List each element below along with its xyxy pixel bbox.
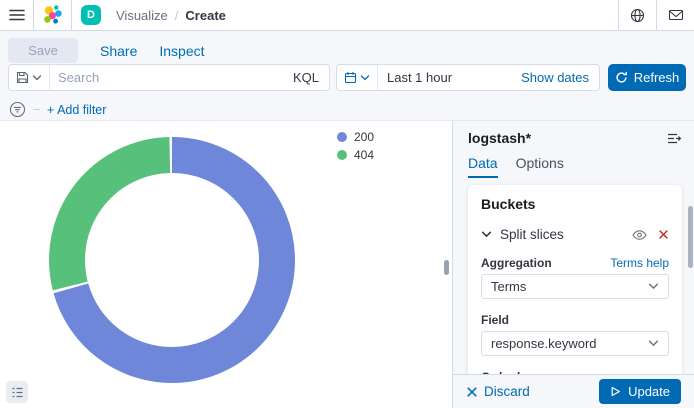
terms-help-link[interactable]: Terms help [610,256,669,270]
aggregation-label: Aggregation [481,256,552,270]
save-query-icon [16,71,29,84]
editor-tabs: Data Options [468,155,682,178]
panel-resize-handle[interactable] [444,260,449,275]
top-nav: D Visualize / Create [0,0,694,31]
panel-scrollbar-thumb[interactable] [688,206,693,268]
hamburger-icon [9,7,25,23]
inspect-button[interactable]: Inspect [159,43,204,59]
breadcrumb-visualize[interactable]: Visualize [116,8,168,23]
split-slices-actions [632,229,669,241]
search-input[interactable] [50,70,283,85]
toggle-visibility-button[interactable] [632,229,647,241]
list-icon [11,386,24,399]
newsfeed-button[interactable] [657,0,694,30]
help-globe-button[interactable] [619,0,656,30]
legend-label: 200 [354,130,374,144]
tab-data[interactable]: Data [468,155,498,178]
save-button[interactable]: Save [8,38,78,63]
legend-color-dot [337,150,347,160]
date-picker: Last 1 hour Show dates [336,64,600,91]
chart-area: 200404 [0,121,452,408]
buckets-title: Buckets [481,196,669,212]
menu-right-icon [667,132,682,145]
field-label: Field [481,313,509,327]
nav-right [618,0,694,30]
editor-footer: Discard Update [453,374,694,408]
saved-query-menu-button[interactable] [9,65,50,90]
panel-scroll-region: logstash* Data Options Buckets S [453,121,694,374]
field-label-row: Field [481,313,669,327]
aggregation-select[interactable]: Terms [481,274,669,299]
chevron-down-icon[interactable] [481,229,492,240]
play-icon [610,386,621,397]
add-filter-button[interactable]: + Add filter [47,103,106,117]
legend-color-dot [337,132,347,142]
kibana-visualize-app: D Visualize / Create Save Share Inspect [0,0,694,408]
filter-divider [33,109,40,110]
legend-item-404[interactable]: 404 [337,148,374,162]
refresh-icon [615,71,628,84]
filter-settings-button[interactable] [9,101,26,118]
legend-toggle-button[interactable] [6,381,28,403]
space-selector[interactable]: D [72,0,110,30]
breadcrumb-separator: / [175,8,179,23]
remove-bucket-button[interactable] [658,229,669,240]
menu-icon[interactable] [0,0,33,30]
query-language-button[interactable]: KQL [283,70,329,85]
discard-button[interactable]: Discard [466,384,530,399]
sub-header: Save Share Inspect KQL Last 1 hour Show … [0,31,694,120]
filter-circle-icon [9,101,26,118]
legend-item-200[interactable]: 200 [337,130,374,144]
aggregation-label-row: Aggregation Terms help [481,256,669,270]
split-slices-label: Split slices [500,227,564,242]
index-pattern-title: logstash* [468,130,531,146]
aggregation-value: Terms [491,279,526,294]
show-dates-button[interactable]: Show dates [511,70,599,85]
buckets-card: Buckets Split slices [468,185,682,374]
space-badge[interactable]: D [81,5,101,25]
chevron-down-icon [360,73,370,83]
main-content: 200404 logstash* Data Options B [0,120,694,408]
elastic-logo-icon [42,4,64,26]
chevron-down-icon [32,73,42,83]
elastic-logo[interactable] [34,0,71,30]
eye-icon [632,229,647,241]
split-slices-row[interactable]: Split slices [481,227,669,242]
chevron-down-icon [648,338,659,349]
mail-icon [668,8,684,22]
refresh-button[interactable]: Refresh [608,64,686,91]
donut-chart[interactable] [49,137,295,383]
breadcrumb: Visualize / Create [110,0,226,30]
globe-icon [630,8,645,23]
update-button[interactable]: Update [599,379,681,404]
query-bar: KQL [8,64,330,91]
collapse-panel-button[interactable] [667,132,682,145]
field-select[interactable]: response.keyword [481,331,669,356]
legend-label: 404 [354,148,374,162]
field-value: response.keyword [491,336,597,351]
filter-bar: + Add filter [9,101,106,118]
visualize-toolbar: Save Share Inspect [8,38,205,63]
close-icon [658,229,669,240]
panel-header: logstash* [468,130,682,146]
breadcrumb-create: Create [185,8,225,23]
share-button[interactable]: Share [100,43,137,59]
discard-label: Discard [484,384,530,399]
visualization-editor-panel: logstash* Data Options Buckets S [452,121,694,408]
update-label: Update [628,384,670,399]
query-row: KQL Last 1 hour Show dates Refresh [8,64,686,91]
chart-legend: 200404 [337,130,374,162]
close-icon [466,386,478,398]
time-range-value[interactable]: Last 1 hour [378,70,511,85]
refresh-label: Refresh [634,70,680,85]
chevron-down-icon [648,281,659,292]
quick-select-date-button[interactable] [337,65,378,90]
calendar-icon [344,71,357,84]
tab-options[interactable]: Options [516,155,564,178]
